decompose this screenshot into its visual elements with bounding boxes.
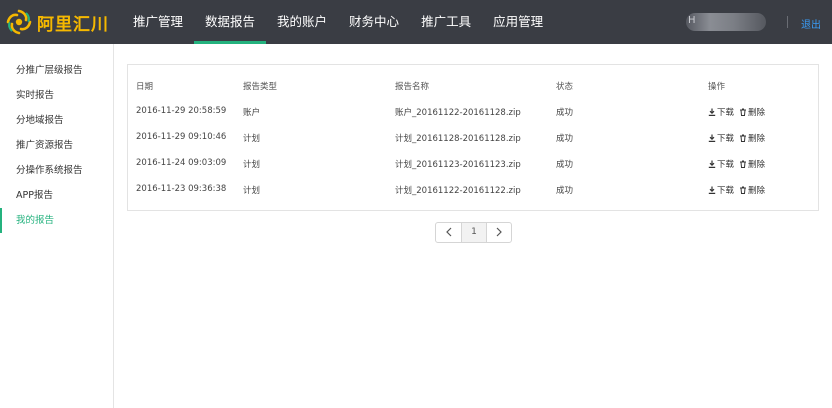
brand-name: 阿里汇川 — [37, 14, 109, 35]
sidebar-item-resource-report[interactable]: 推广资源报告 — [0, 133, 113, 158]
delete-button[interactable]: 删除 — [739, 132, 765, 144]
pagination: 1 — [435, 222, 512, 243]
table-row-type: 账户 — [243, 108, 261, 118]
table-row-name: 计划_20161122-20161122.zip — [395, 186, 521, 196]
pagination-prev-button[interactable] — [436, 223, 461, 242]
table-row-date: 2016-11-23 09:36:38 — [136, 184, 227, 194]
main-content: 日期 报告类型 报告名称 状态 操作 2016-11-29 20:58:59 账… — [114, 44, 832, 408]
download-button[interactable]: 下载 — [708, 158, 734, 170]
nav-item-account[interactable]: 我的账户 — [266, 0, 338, 44]
table-row-type: 计划 — [243, 186, 261, 196]
chevron-right-icon — [496, 227, 502, 236]
sidebar-item-region-report[interactable]: 分地域报告 — [0, 108, 113, 133]
table-row-name: 计划_20161123-20161123.zip — [395, 160, 521, 170]
column-header-actions: 操作 — [708, 82, 726, 92]
column-header-date: 日期 — [136, 82, 154, 92]
divider — [787, 16, 788, 28]
table-row-type: 计划 — [243, 160, 261, 170]
nav-item-reports[interactable]: 数据报告 — [194, 0, 267, 44]
table-row-status: 成功 — [556, 186, 574, 196]
download-button[interactable]: 下载 — [708, 106, 734, 118]
trash-icon — [740, 134, 746, 142]
download-button[interactable]: 下载 — [708, 132, 734, 144]
delete-button[interactable]: 删除 — [739, 184, 765, 196]
table-row-date: 2016-11-29 09:10:46 — [136, 132, 227, 142]
logo-swirl-icon — [6, 9, 32, 35]
sidebar-item-realtime-report[interactable]: 实时报告 — [0, 83, 113, 108]
logout-link[interactable]: 退出 — [801, 16, 821, 31]
reports-table: 日期 报告类型 报告名称 状态 操作 2016-11-29 20:58:59 账… — [127, 64, 819, 211]
table-row-status: 成功 — [556, 160, 574, 170]
sidebar-item-os-report[interactable]: 分操作系统报告 — [0, 158, 113, 183]
table-row-status: 成功 — [556, 108, 574, 118]
trash-icon — [740, 160, 746, 168]
download-icon — [708, 160, 716, 168]
download-icon — [708, 186, 716, 194]
column-header-name: 报告名称 — [395, 82, 430, 92]
nav-item-tools[interactable]: 推广工具 — [410, 0, 482, 44]
sidebar-item-my-reports[interactable]: 我的报告 — [0, 208, 113, 233]
nav-item-promotion[interactable]: 推广管理 — [122, 0, 194, 44]
pagination-next-button[interactable] — [486, 223, 511, 242]
username-initial: H — [688, 15, 696, 26]
table-row-date: 2016-11-24 09:03:09 — [136, 158, 227, 168]
table-row-date: 2016-11-29 20:58:59 — [136, 106, 227, 116]
table-row-name: 计划_20161128-20161128.zip — [395, 134, 521, 144]
nav-item-apps[interactable]: 应用管理 — [482, 0, 554, 44]
column-header-type: 报告类型 — [243, 82, 278, 92]
download-icon — [708, 134, 716, 142]
trash-icon — [740, 108, 746, 116]
trash-icon — [740, 186, 746, 194]
main-nav: 推广管理 数据报告 我的账户 财务中心 推广工具 应用管理 — [122, 0, 554, 44]
table-row-status: 成功 — [556, 134, 574, 144]
sidebar-item-app-report[interactable]: APP报告 — [0, 183, 113, 208]
pagination-page-button[interactable]: 1 — [461, 223, 486, 242]
sidebar-item-level-report[interactable]: 分推广层级报告 — [0, 58, 113, 83]
logo[interactable]: 阿里汇川 — [6, 8, 109, 36]
sidebar: 分推广层级报告 实时报告 分地域报告 推广资源报告 分操作系统报告 APP报告 … — [0, 44, 114, 408]
chevron-left-icon — [445, 227, 451, 236]
delete-button[interactable]: 删除 — [739, 106, 765, 118]
column-header-status: 状态 — [556, 82, 574, 92]
download-icon — [708, 108, 716, 116]
top-bar: 阿里汇川 推广管理 数据报告 我的账户 财务中心 推广工具 应用管理 H 退出 — [0, 0, 832, 44]
nav-item-finance[interactable]: 财务中心 — [338, 0, 410, 44]
table-row-type: 计划 — [243, 134, 261, 144]
table-row-name: 账户_20161122-20161128.zip — [395, 108, 521, 118]
username-blurred — [686, 13, 766, 31]
download-button[interactable]: 下载 — [708, 184, 734, 196]
delete-button[interactable]: 删除 — [739, 158, 765, 170]
